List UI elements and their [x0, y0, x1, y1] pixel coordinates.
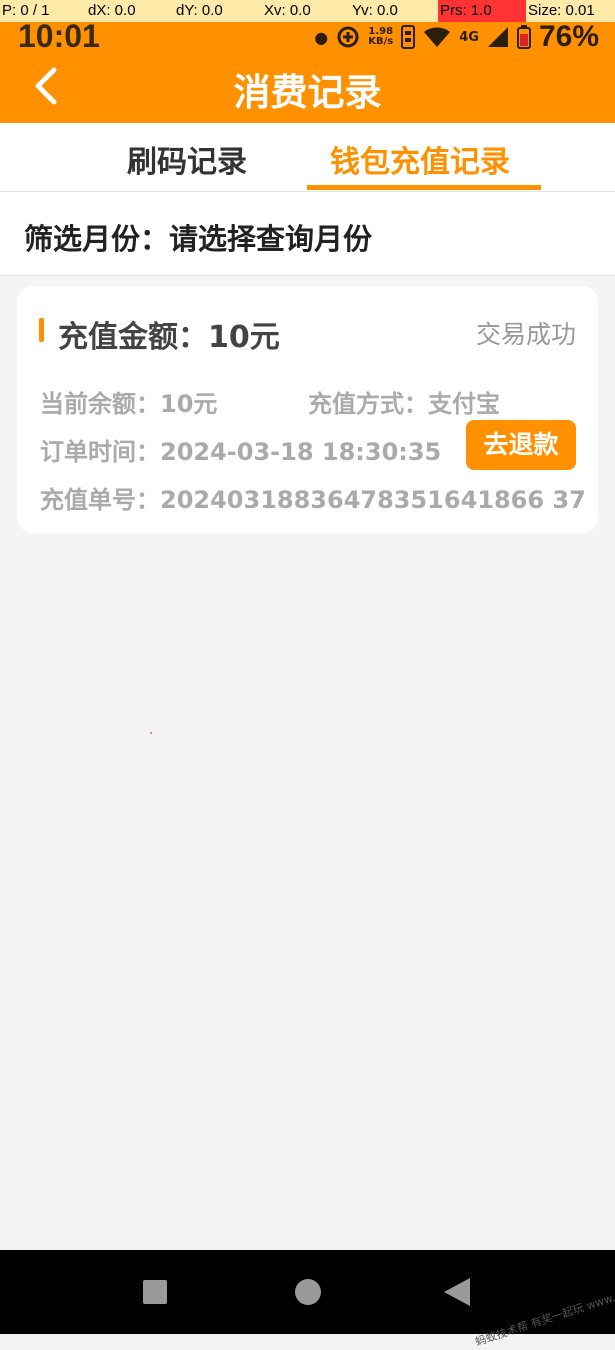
pointer-count: P: 0 / 1	[2, 2, 50, 19]
active-tab-indicator	[307, 185, 541, 190]
wifi-icon	[424, 27, 451, 47]
page-title: 消费记录	[233, 71, 382, 114]
velocity-x: Xv: 0.0	[264, 2, 311, 19]
card-accent-bar	[39, 318, 44, 342]
current-balance: 当前余额：10元	[40, 390, 218, 418]
net-speed: 1.98 KB/s	[368, 27, 393, 47]
touch-dot	[150, 732, 152, 734]
data-saver-icon	[337, 26, 359, 48]
network-type: 4G	[459, 29, 479, 45]
vibrate-icon	[401, 25, 416, 49]
month-filter[interactable]: 筛选月份：请选择查询月份	[0, 192, 615, 276]
nav-back-icon[interactable]	[444, 1278, 470, 1306]
recent-apps-icon[interactable]	[143, 1280, 167, 1304]
touch-size: Size: 0.01	[528, 2, 595, 19]
signal-icon	[487, 27, 508, 47]
transaction-status: 交易成功	[475, 320, 576, 349]
pointer-debug-bar: P: 0 / 1 dX: 0.0 dY: 0.0 Xv: 0.0 Yv: 0.0…	[0, 0, 615, 22]
net-speed-unit: KB/s	[368, 36, 394, 47]
month-filter-label[interactable]: 筛选月份：请选择查询月份	[24, 216, 372, 258]
pressure: Prs: 1.0	[438, 0, 526, 22]
system-nav-bar: 蚂蚁技术帮 有奖一起玩 www.zuanke8.com	[0, 1250, 615, 1349]
recharge-amount: 充值金额：10元	[58, 320, 280, 355]
status-icons: ● 1.98 KB/s 4G 76%	[314, 20, 599, 54]
dot-icon: ●	[314, 27, 329, 47]
home-icon[interactable]	[295, 1279, 321, 1305]
app-header: 10:01 ● 1.98 KB/s 4G 76% 消费记录	[0, 18, 615, 123]
watermark: 蚂蚁技术帮 有奖一起玩 www.zuanke8.com	[473, 1268, 615, 1349]
tab-scan-records[interactable]: 刷码记录	[127, 137, 247, 181]
velocity-y: Yv: 0.0	[352, 2, 398, 19]
status-time: 10:01	[18, 18, 100, 54]
tab-bar: 刷码记录 钱包充值记录	[0, 123, 615, 192]
order-time: 订单时间：2024-03-18 18:30:35	[40, 438, 442, 466]
recharge-record-card: 充值金额：10元 交易成功 当前余额：10元 充值方式：支付宝 订单时间：202…	[17, 286, 598, 533]
refund-button[interactable]: 去退款	[466, 420, 576, 470]
delta-x: dX: 0.0	[88, 2, 136, 19]
delta-y: dY: 0.0	[176, 2, 223, 19]
tab-wallet-recharge-records[interactable]: 钱包充值记录	[330, 137, 510, 181]
battery-icon	[516, 25, 531, 49]
order-number: 充值单号：20240318836478351641866 37	[40, 486, 586, 514]
battery-percent: 76%	[538, 20, 599, 53]
recharge-method: 充值方式：支付宝	[308, 390, 500, 418]
